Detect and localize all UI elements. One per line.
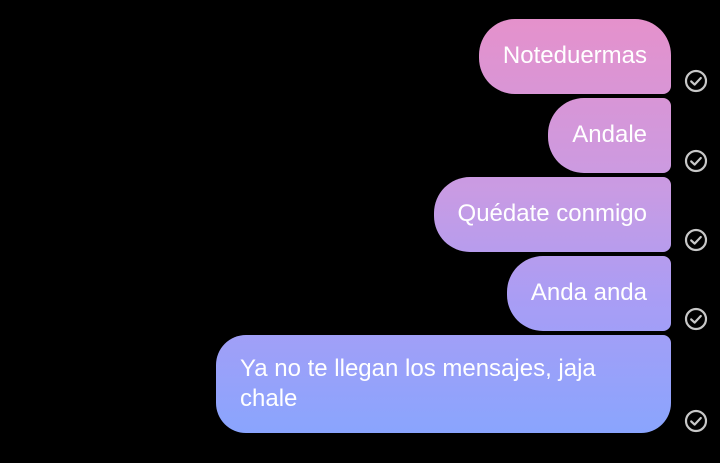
message-text: Quédate conmigo [457,200,647,227]
message-text: Andale [572,121,647,148]
message-text: Noteduermas [502,42,647,69]
check-circle-icon [684,409,708,433]
message-bubble[interactable]: Ya no te llegan los mensajes, jaja chale [216,335,671,433]
check-circle-icon [684,69,708,93]
message-bubble[interactable]: Andale [548,98,671,173]
chat-thread: Noteduermas Andale Quédate conmigo Anda … [0,0,720,463]
message-bubble[interactable]: Quédate conmigo [433,177,671,252]
message-bubble[interactable]: Anda anda [506,256,671,331]
message-text: Ya no te llegan los mensajes, jaja chale [240,355,596,412]
check-circle-icon [684,149,708,173]
message-text: Anda anda [530,279,647,306]
message-bubble[interactable]: Noteduermas [478,19,671,94]
check-circle-icon [684,228,708,252]
check-circle-icon [684,307,708,331]
